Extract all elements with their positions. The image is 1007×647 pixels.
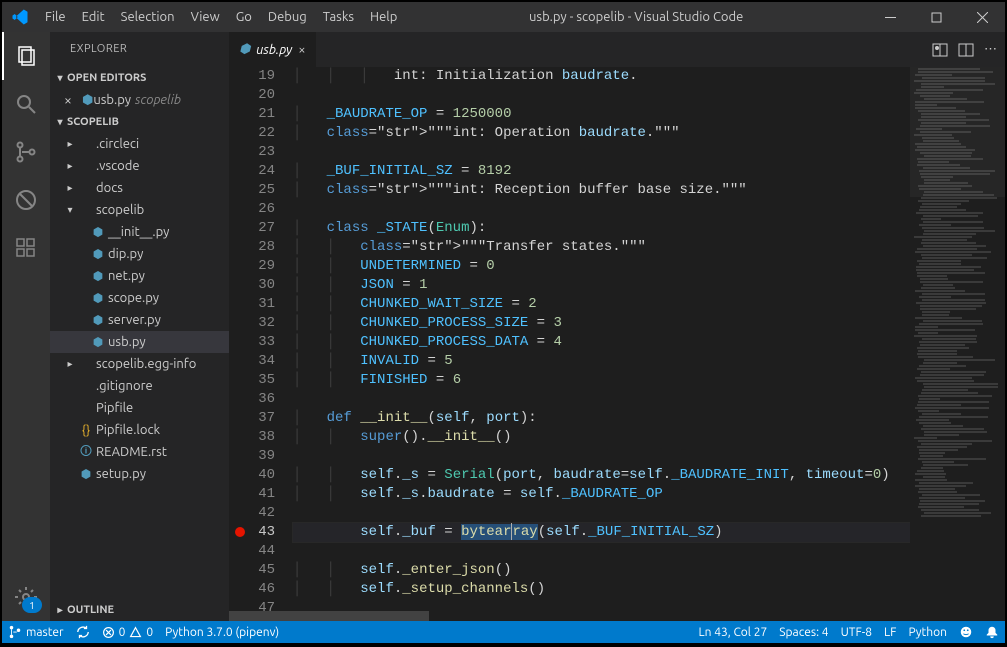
titlebar: FileEditSelectionViewGoDebugTasksHelp us… [2, 2, 1005, 32]
editor-area: ⬢ usb.py × ⋯ 192021222324252627282930313… [229, 32, 1005, 621]
minimap[interactable] [910, 67, 1005, 611]
sidebar-title: EXPLORER [50, 32, 229, 67]
tree-item-setup-py[interactable]: ⬢setup.py [50, 463, 229, 485]
settings-activity-icon[interactable] [2, 573, 50, 621]
more-actions-icon[interactable]: ⋯ [984, 42, 997, 57]
tree-item-usb-py[interactable]: ⬢usb.py [50, 331, 229, 353]
tree-item--vscode[interactable]: ▸.vscode [50, 155, 229, 177]
tree-item--gitignore[interactable]: .gitignore [50, 375, 229, 397]
tree-item-Pipfile[interactable]: Pipfile [50, 397, 229, 419]
menu-edit[interactable]: Edit [74, 2, 113, 32]
close-editor-icon[interactable]: × [64, 92, 82, 108]
breakpoint-icon[interactable] [235, 527, 245, 537]
status-language[interactable]: Python [902, 621, 953, 643]
tab-usb-py[interactable]: ⬢ usb.py × [229, 32, 317, 67]
sidebar: EXPLORER ▾OPEN EDITORS × ⬢ usb.py scopel… [50, 32, 229, 621]
status-problems[interactable]: 0 0 [96, 621, 160, 643]
tree-item-dip-py[interactable]: ⬢dip.py [50, 243, 229, 265]
tree-item-README-rst[interactable]: 🛈README.rst [50, 441, 229, 463]
tree-item-__init__-py[interactable]: ⬢__init__.py [50, 221, 229, 243]
tree-item-server-py[interactable]: ⬢server.py [50, 309, 229, 331]
status-sync[interactable] [70, 621, 96, 643]
tabs-bar: ⬢ usb.py × ⋯ [229, 32, 1005, 67]
file-tree: ▸.circleci▸.vscode▸docs▾scopelib⬢__init_… [50, 133, 229, 485]
scm-activity-icon[interactable] [2, 128, 50, 176]
open-editors-header[interactable]: ▾OPEN EDITORS [50, 67, 229, 89]
menu-view[interactable]: View [183, 2, 228, 32]
vscode-logo [2, 8, 37, 26]
python-icon: ⬢ [239, 42, 250, 57]
status-branch[interactable]: master [2, 621, 70, 643]
menu-help[interactable]: Help [362, 2, 405, 32]
horizontal-scrollbar[interactable] [229, 611, 1005, 621]
status-bar: master 0 0 Python 3.7.0 (pipenv) Ln 43, … [2, 621, 1005, 643]
menu-bar: FileEditSelectionViewGoDebugTasksHelp [37, 2, 405, 32]
python-icon: ⬢ [82, 93, 93, 108]
gutter[interactable]: 1920212223242526272829303132333435363738… [229, 67, 293, 611]
tree-item-scopelib[interactable]: ▾scopelib [50, 199, 229, 221]
explorer-activity-icon[interactable] [2, 32, 50, 80]
search-activity-icon[interactable] [2, 80, 50, 128]
activity-bar [2, 32, 50, 621]
menu-go[interactable]: Go [228, 2, 260, 32]
window-title: usb.py - scopelib - Visual Studio Code [405, 10, 867, 24]
outline-header[interactable]: ▸OUTLINE [50, 599, 229, 621]
minimize-button[interactable] [867, 2, 913, 32]
menu-selection[interactable]: Selection [113, 2, 183, 32]
status-bell-icon[interactable] [979, 621, 1005, 643]
tree-item-Pipfile-lock[interactable]: {}Pipfile.lock [50, 419, 229, 441]
debug-activity-icon[interactable] [2, 176, 50, 224]
status-python[interactable]: Python 3.7.0 (pipenv) [159, 621, 285, 643]
project-header[interactable]: ▾SCOPELIB [50, 111, 229, 133]
status-feedback-icon[interactable] [953, 621, 979, 643]
code-editor[interactable]: │ │ │ int: Initialization baudrate.│ _BA… [293, 67, 910, 611]
tree-item-docs[interactable]: ▸docs [50, 177, 229, 199]
maximize-button[interactable] [913, 2, 959, 32]
tree-item--circleci[interactable]: ▸.circleci [50, 133, 229, 155]
status-spaces[interactable]: Spaces: 4 [773, 621, 834, 643]
extensions-activity-icon[interactable] [2, 224, 50, 272]
split-editor-icon[interactable] [958, 42, 974, 58]
tree-item-scopelib-egg-info[interactable]: ▸scopelib.egg-info [50, 353, 229, 375]
menu-debug[interactable]: Debug [260, 2, 315, 32]
tree-item-scope-py[interactable]: ⬢scope.py [50, 287, 229, 309]
status-eol[interactable]: LF [878, 621, 902, 643]
split-preview-icon[interactable] [932, 42, 948, 58]
close-button[interactable] [959, 2, 1005, 32]
open-editor-item[interactable]: × ⬢ usb.py scopelib [50, 89, 229, 111]
close-tab-icon[interactable]: × [298, 43, 305, 57]
menu-file[interactable]: File [37, 2, 74, 32]
tree-item-net-py[interactable]: ⬢net.py [50, 265, 229, 287]
status-position[interactable]: Ln 43, Col 27 [693, 621, 774, 643]
menu-tasks[interactable]: Tasks [315, 2, 362, 32]
status-encoding[interactable]: UTF-8 [835, 621, 878, 643]
